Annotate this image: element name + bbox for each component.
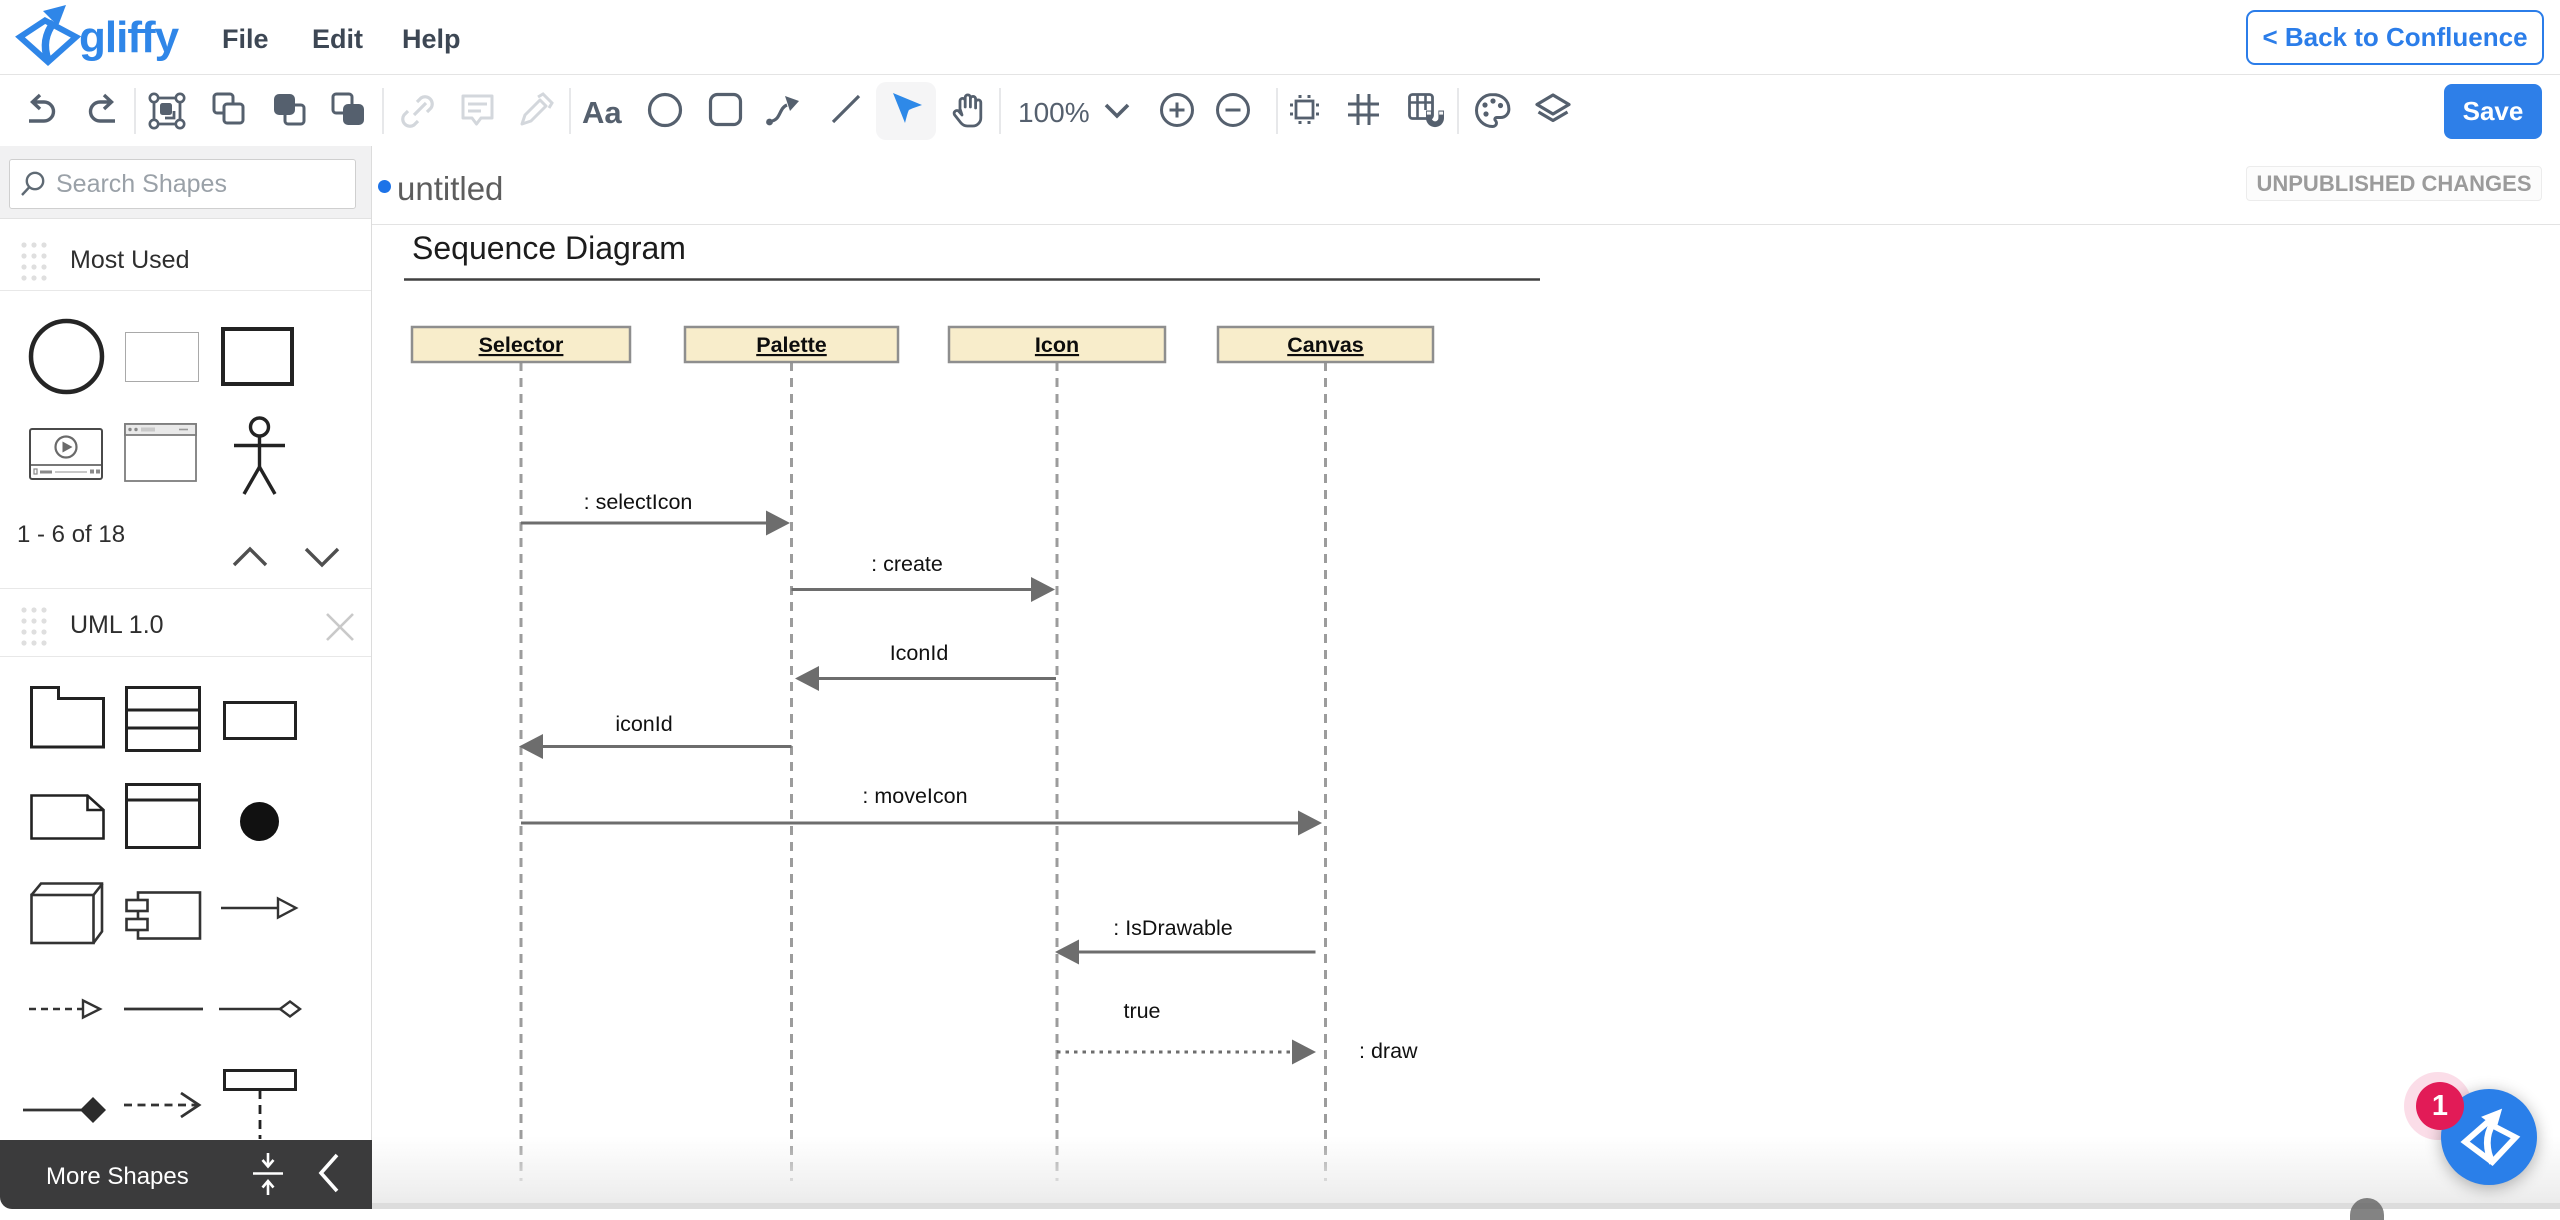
- svg-text:true: true: [1123, 999, 1160, 1023]
- svg-text:: IsDrawable: : IsDrawable: [1113, 916, 1233, 940]
- svg-text:Canvas: Canvas: [1287, 333, 1364, 357]
- svg-text:: selectIcon: : selectIcon: [584, 490, 693, 514]
- svg-text:Selector: Selector: [479, 333, 564, 357]
- svg-text:Palette: Palette: [756, 333, 827, 357]
- svg-text:: create: : create: [871, 552, 943, 576]
- svg-text:: moveIcon: : moveIcon: [862, 784, 967, 808]
- svg-text:IconId: IconId: [890, 641, 949, 665]
- svg-text:Icon: Icon: [1035, 333, 1079, 357]
- svg-text:iconId: iconId: [615, 712, 672, 736]
- svg-text:: draw: : draw: [1359, 1039, 1418, 1063]
- svg-text:Sequence Diagram: Sequence Diagram: [412, 230, 686, 266]
